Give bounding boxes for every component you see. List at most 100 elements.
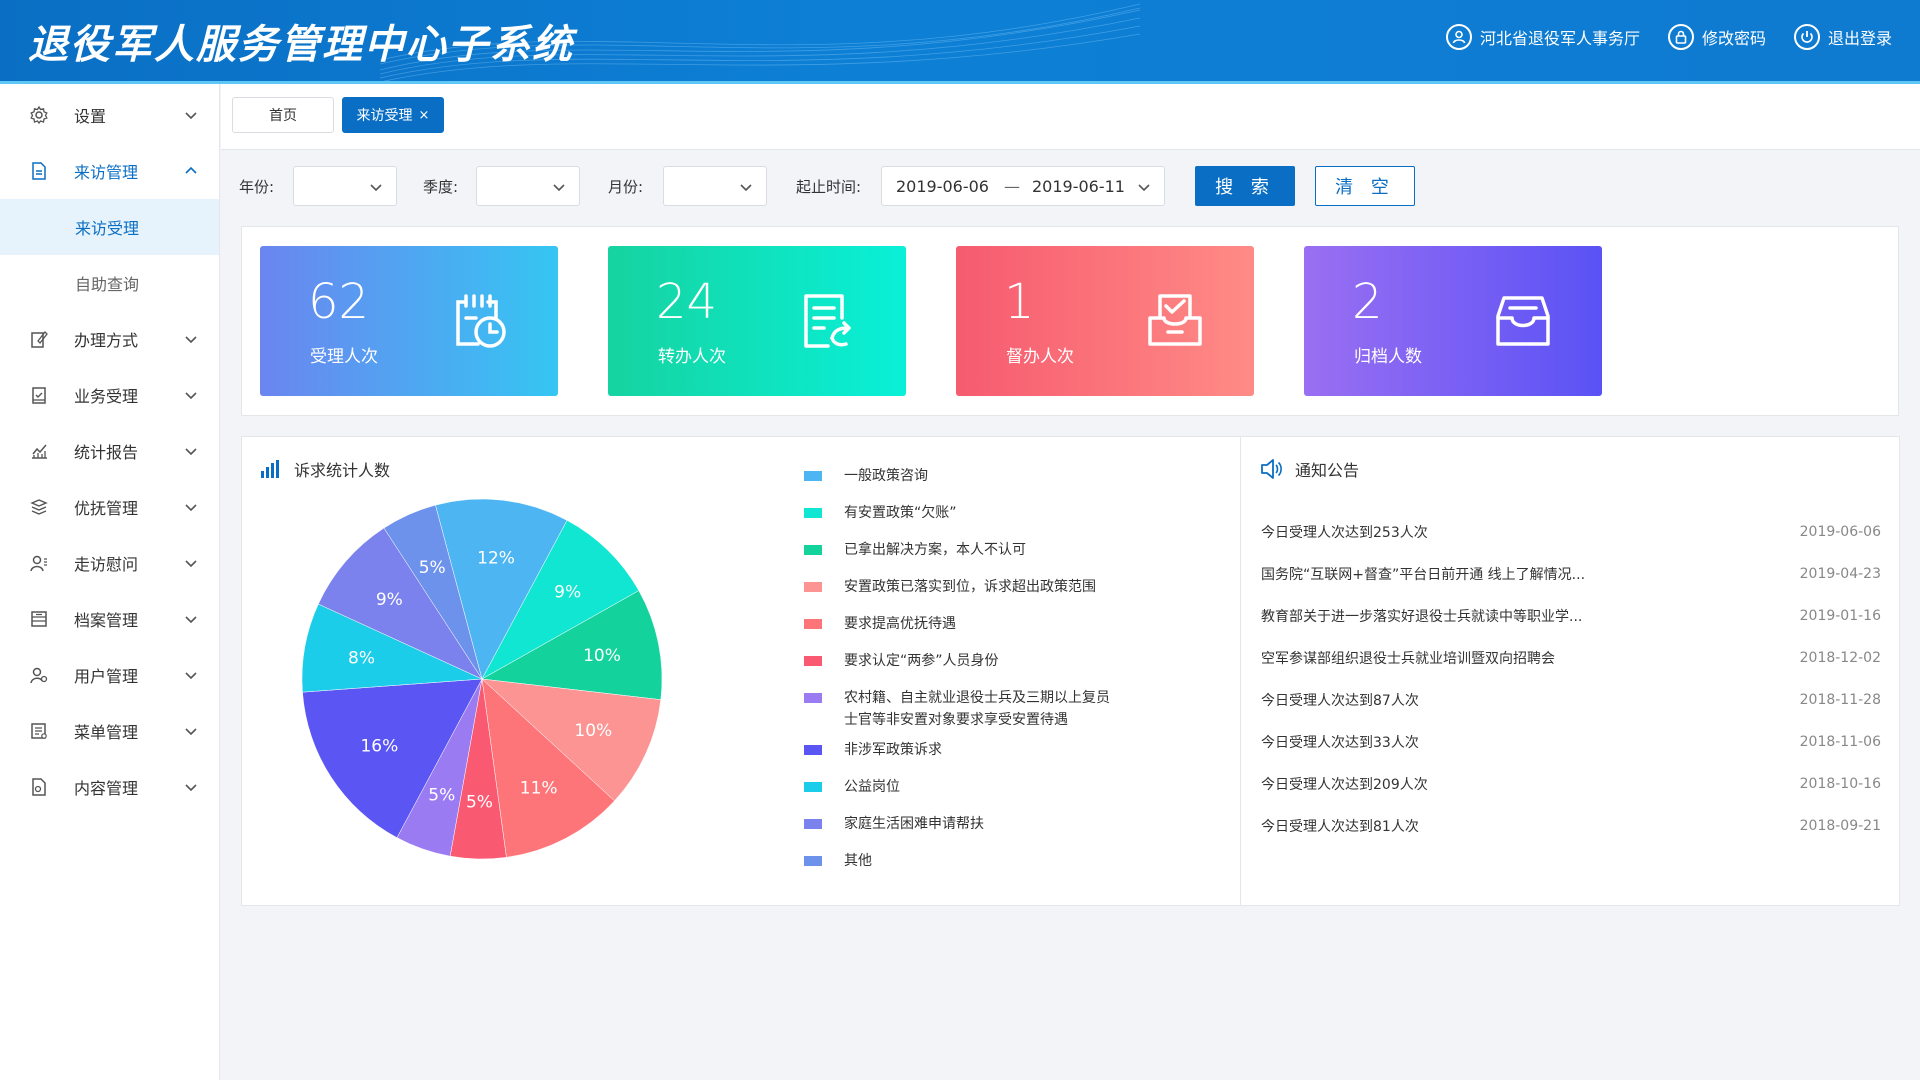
notice-item-title: 今日受理人次达到33人次 [1261,735,1419,751]
sidebar-subitem-visit-reception[interactable]: 来访受理 [0,199,219,255]
chevron-down-icon [740,184,752,192]
account-link[interactable]: 河北省退役军人事务厅 [1445,24,1640,50]
stat-card-supervised[interactable]: 1 督办人次 [956,246,1254,396]
legend-item[interactable]: 家庭生活困难申请帮扶 [804,813,1224,835]
pie-slice-label: 10% [574,721,612,741]
notice-item[interactable]: 今日受理人次达到209人次 2018-10-16 [1261,763,1881,805]
quarter-select[interactable] [476,166,580,206]
stat-value: 2 [1352,274,1383,330]
legend-label-line: 家庭生活困难申请帮扶 [844,816,984,832]
tab-label: 来访受理 [356,108,413,124]
sidebar-item-business[interactable]: 业务受理 [0,367,219,423]
month-select[interactable] [663,166,767,206]
stat-label: 督办人次 [1006,347,1074,367]
notice-item[interactable]: 空军参谋部组织退役士兵就业培训暨双向招聘会 2018-12-02 [1261,637,1881,679]
sidebar-subitem-self-query[interactable]: 自助查询 [0,255,219,311]
legend-label: 要求认定“两参”人员身份 [844,650,999,672]
legend-label-line: 要求提高优抚待遇 [844,616,956,632]
pie-slice-label: 5% [428,786,455,806]
notice-item-title: 教育部关于进一步落实好退役士兵就读中等职业学... [1261,609,1583,625]
sidebar-item-label: 走访慰问 [74,555,139,574]
notice-item[interactable]: 国务院“互联网+督查”平台日前开通 线上了解情况... 2019-04-23 [1261,553,1881,595]
notice-panel-header: 通知公告 [1259,457,1359,481]
stat-label: 受理人次 [310,347,378,367]
stat-card-archived[interactable]: 2 归档人数 [1304,246,1602,396]
chart-icon [28,440,50,462]
chevron-down-icon [185,616,197,624]
complaint-pie-chart[interactable]: 12% 9% 10% 10% 11% 5% 5% 16% 8% 9% 5% [302,499,662,859]
notice-item[interactable]: 今日受理人次达到87人次 2018-11-28 [1261,679,1881,721]
document-icon [28,160,50,182]
date-range-picker[interactable]: 2019-06-06 — 2019-06-11 [881,166,1165,206]
legend-item[interactable]: 农村籍、自主就业退役士兵及三期以上复员 士官等非安置对象要求享受安置待遇 [804,687,1224,731]
legend-item[interactable]: 要求提高优抚待遇 [804,613,1224,635]
app-header: 退役军人服务管理中心子系统 河北省退役军人事务厅 修改密码 退出登录 [0,0,1920,84]
legend-item[interactable]: 公益岗位 [804,776,1224,798]
sidebar-item-settings[interactable]: 设置 [0,87,219,143]
chevron-down-icon [185,392,197,400]
legend-label: 已拿出解决方案，本人不认可 [844,539,1026,561]
notice-item[interactable]: 今日受理人次达到253人次 2019-06-06 [1261,511,1881,553]
legend-item[interactable]: 已拿出解决方案，本人不认可 [804,539,1224,561]
stat-value: 62 [308,274,370,330]
logout-link[interactable]: 退出登录 [1793,24,1892,50]
date-range-label: 起止时间: [796,178,862,196]
chevron-down-icon [185,112,197,120]
sidebar: 设置 来访管理 来访受理 自助查询 办理方式 业务受理 统计报告 优抚管理 走访… [0,84,220,1080]
tab-label: 首页 [269,108,297,124]
sidebar-item-archives[interactable]: 档案管理 [0,591,219,647]
stat-card-transferred[interactable]: 24 转办人次 [608,246,906,396]
sidebar-item-reports[interactable]: 统计报告 [0,423,219,479]
sidebar-item-visits[interactable]: 来访管理 [0,143,219,199]
header-actions: 河北省退役军人事务厅 修改密码 退出登录 [1445,24,1892,50]
tab-bar: 首页 来访受理 × [221,84,1920,150]
pie-slice-label: 11% [520,778,558,798]
power-icon [1793,24,1820,50]
pie-slice-label: 10% [583,646,621,666]
legend-swatch [804,582,822,592]
notice-item-date: 2019-01-16 [1799,608,1881,624]
close-icon[interactable]: × [419,108,430,123]
legend-label: 有安置政策“欠账” [844,502,957,524]
legend-item[interactable]: 要求认定“两参”人员身份 [804,650,1224,672]
legend-label: 一般政策咨询 [844,465,928,487]
stat-label: 转办人次 [658,347,726,367]
sidebar-item-label: 优抚管理 [74,499,139,518]
legend-item[interactable]: 一般政策咨询 [804,465,1224,487]
sidebar-item-special-care[interactable]: 优抚管理 [0,479,219,535]
sidebar-item-visits-condolence[interactable]: 走访慰问 [0,535,219,591]
notice-item-date: 2018-09-21 [1799,818,1881,834]
clear-button[interactable]: 清 空 [1315,166,1415,206]
legend-item[interactable]: 非涉军政策诉求 [804,739,1224,761]
legend-swatch [804,745,822,755]
stat-value: 1 [1004,274,1035,330]
notice-item[interactable]: 教育部关于进一步落实好退役士兵就读中等职业学... 2019-01-16 [1261,595,1881,637]
calendar-clock-icon [456,294,506,348]
year-select[interactable] [293,166,397,206]
search-button[interactable]: 搜 索 [1195,166,1295,206]
start-date: 2019-06-06 [896,177,989,196]
pie-slice-label: 5% [466,792,493,812]
legend-item[interactable]: 有安置政策“欠账” [804,502,1224,524]
notice-item-date: 2019-04-23 [1799,566,1881,582]
chevron-down-icon [185,728,197,736]
pie-slice-label: 9% [554,583,581,603]
legend-item[interactable]: 安置政策已落实到位，诉求超出政策范围 [804,576,1224,598]
tab-visit-reception[interactable]: 来访受理 × [342,97,444,133]
sidebar-item-content[interactable]: 内容管理 [0,759,219,815]
stat-card-accepted[interactable]: 62 受理人次 [260,246,558,396]
notice-item[interactable]: 今日受理人次达到81人次 2018-09-21 [1261,805,1881,847]
notice-item[interactable]: 今日受理人次达到33人次 2018-11-06 [1261,721,1881,763]
change-password-link[interactable]: 修改密码 [1667,24,1766,50]
sidebar-item-label: 内容管理 [74,779,139,798]
chevron-up-icon [185,166,197,174]
sidebar-item-menus[interactable]: 菜单管理 [0,703,219,759]
sidebar-item-users[interactable]: 用户管理 [0,647,219,703]
sidebar-item-label: 来访管理 [74,163,139,182]
tab-home[interactable]: 首页 [232,97,334,133]
legend-item[interactable]: 其他 [804,850,1224,872]
legend-label-line: 非涉军政策诉求 [844,742,942,758]
chevron-down-icon [185,672,197,680]
sidebar-item-handling[interactable]: 办理方式 [0,311,219,367]
app-title: 退役军人服务管理中心子系统 [28,22,574,68]
